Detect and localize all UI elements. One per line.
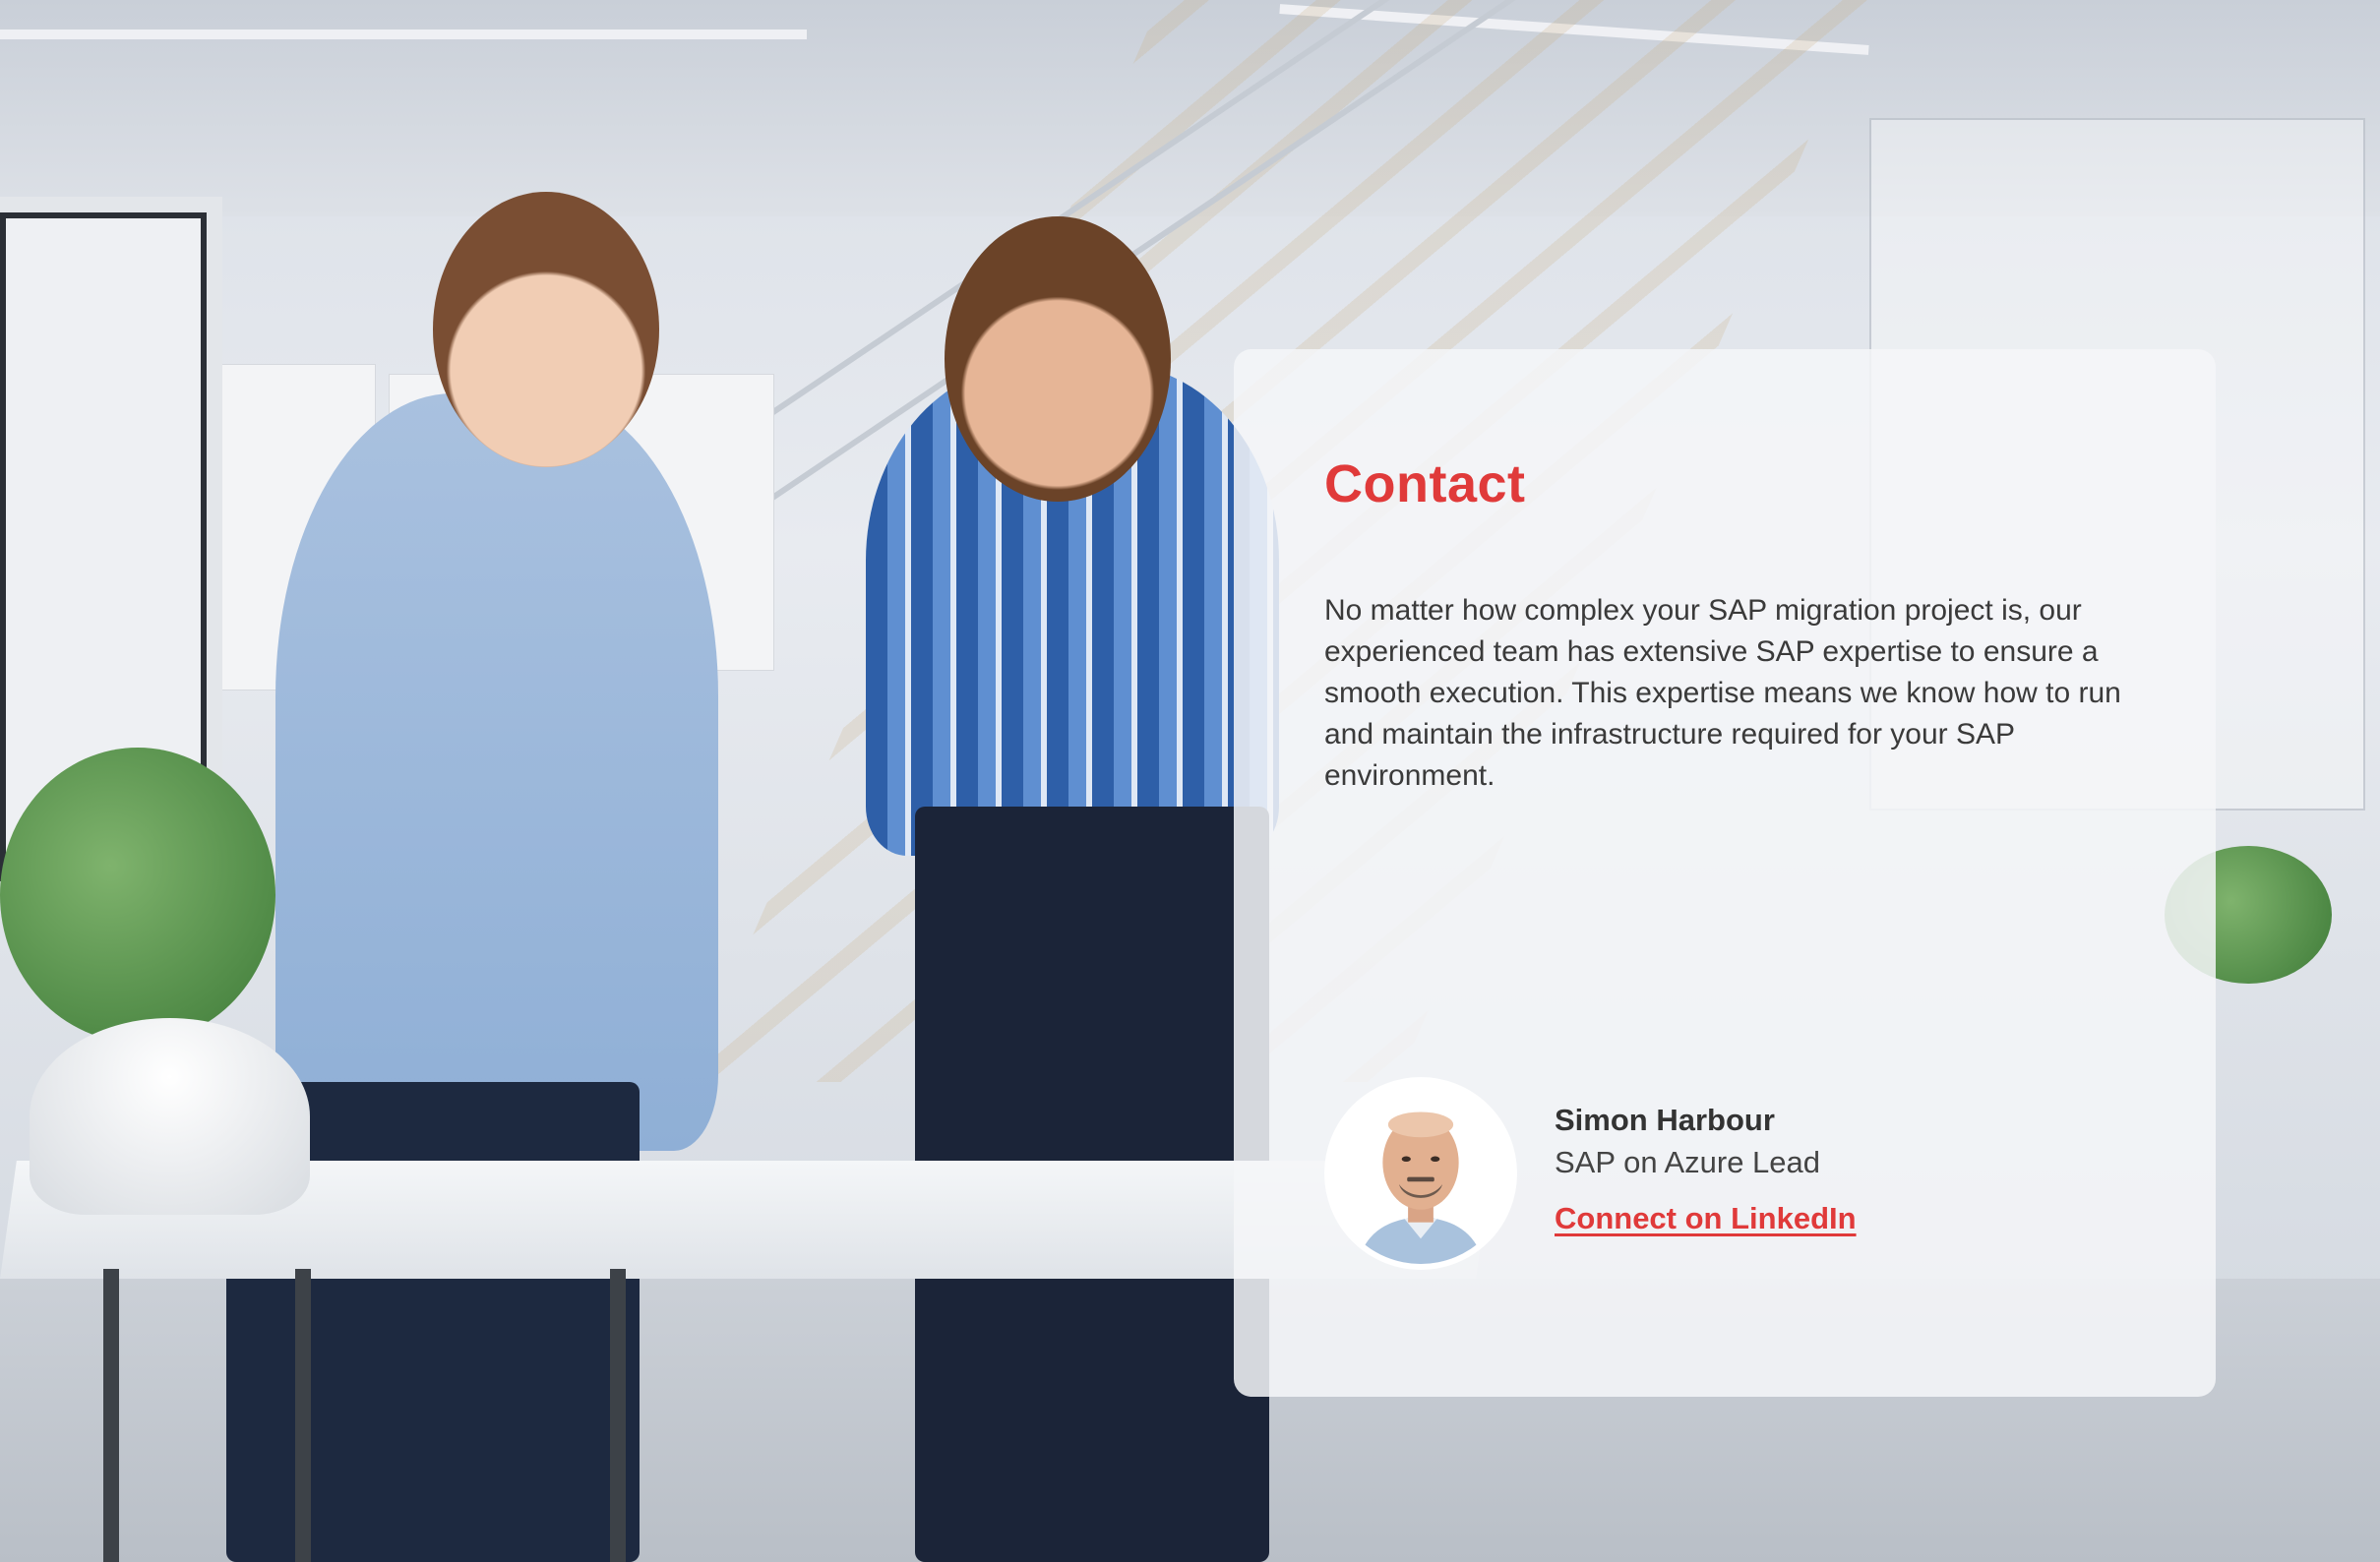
contact-description: No matter how complex your SAP migration… [1324, 594, 2121, 792]
contact-card: Contact No matter how complex your SAP m… [1234, 349, 2216, 1397]
ceiling-light [0, 30, 807, 39]
person-woman-head [433, 192, 659, 467]
person-man-head [945, 216, 1171, 502]
contact-role: SAP on Azure Lead [1555, 1145, 1821, 1179]
table-leg [610, 1269, 626, 1562]
linkedin-link[interactable]: Connect on LinkedIn [1555, 1201, 1857, 1236]
table-leg [295, 1269, 311, 1562]
avatar [1324, 1077, 1517, 1270]
plant [0, 748, 275, 1043]
person-portrait-icon [1330, 1083, 1511, 1264]
contact-title: Contact [1324, 454, 1526, 513]
safety-helmet [30, 1018, 310, 1215]
person-woman [275, 393, 718, 1151]
table-leg [103, 1269, 119, 1562]
contact-name: Simon Harbour [1555, 1103, 1775, 1137]
